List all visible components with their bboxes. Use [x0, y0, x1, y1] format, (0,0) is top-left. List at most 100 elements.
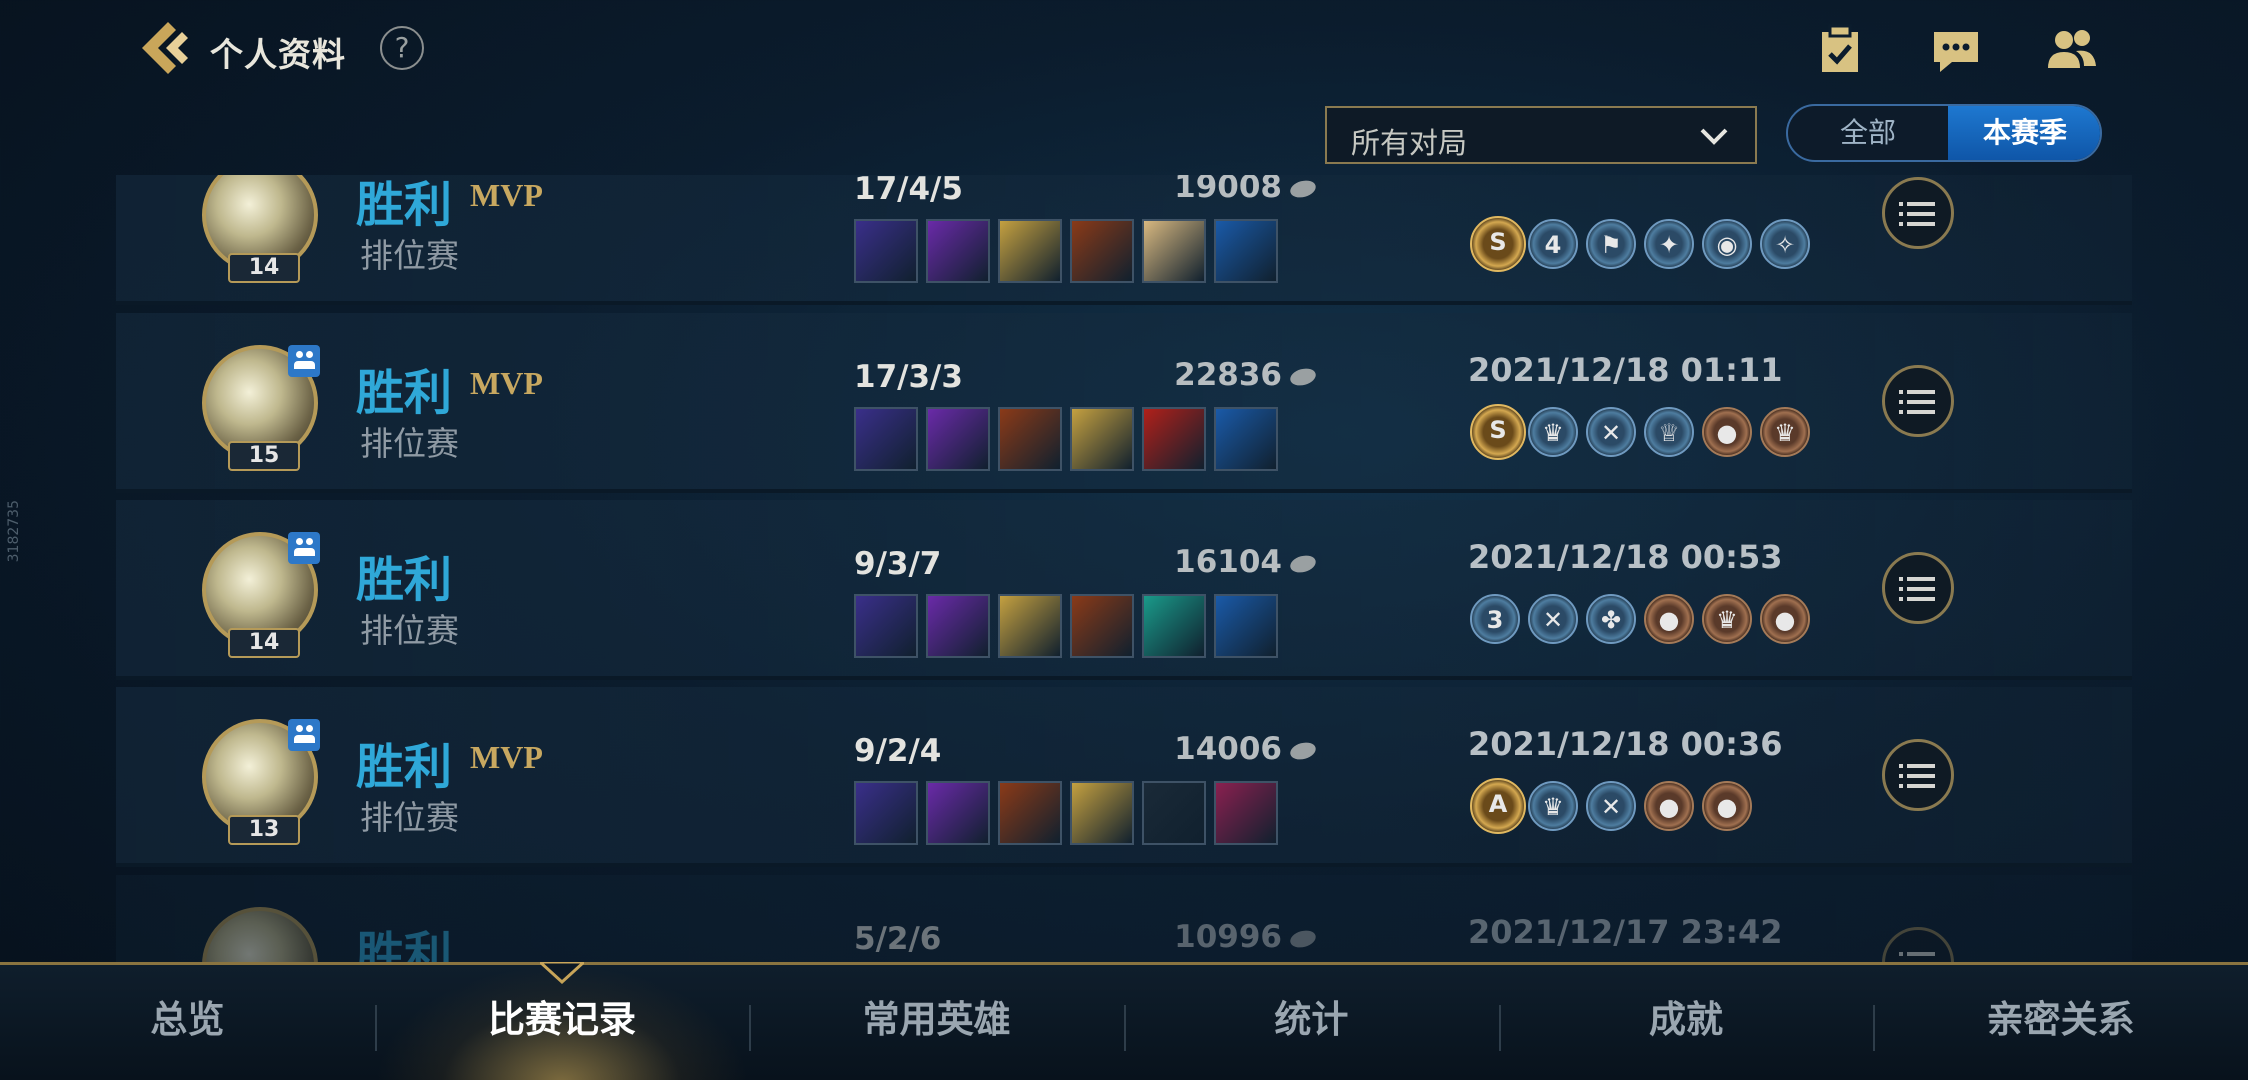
badge-symbol: ✧ — [1774, 231, 1796, 259]
achievement-badge-icon[interactable]: ♛ — [1702, 594, 1752, 644]
match-time: 2021/12/17 23:42 — [1468, 913, 1783, 951]
tab-0[interactable]: 总览 — [0, 965, 375, 1080]
match-detail-button[interactable] — [1882, 927, 1954, 965]
achievement-badge-icon[interactable]: ✕ — [1528, 594, 1578, 644]
achievement-badge-icon[interactable]: 4 — [1528, 219, 1578, 269]
item-icon[interactable] — [1214, 781, 1278, 845]
item-icon[interactable] — [1214, 407, 1278, 471]
tab-1[interactable]: 比赛记录 — [374, 965, 750, 1080]
hero-level-badge: 13 — [228, 815, 300, 845]
match-result: 胜利 — [356, 927, 453, 965]
match-detail-button[interactable] — [1882, 739, 1954, 811]
friends-icon[interactable] — [2044, 24, 2100, 76]
item-icon[interactable] — [926, 407, 990, 471]
tab-3[interactable]: 统计 — [1124, 965, 1499, 1080]
hero-avatar[interactable]: 14 — [202, 175, 318, 283]
achievement-badge-icon[interactable]: ● — [1702, 781, 1752, 831]
achievement-badge-icon[interactable]: ● — [1644, 594, 1694, 644]
segment-all[interactable]: 全部 — [1788, 106, 1948, 160]
match-row[interactable]: 13 胜利 MVP 排位赛 9/2/4 14006 2021/12/18 00:36 A ♛ ✕ ●… — [116, 687, 2132, 867]
achievement-badge-icon[interactable]: A — [1470, 778, 1526, 834]
match-row[interactable]: 胜利 5/2/6 10996 2021/12/17 23:42 — [116, 875, 2132, 965]
match-row[interactable]: 15 胜利 MVP 排位赛 17/3/3 22836 2021/12/18 01:11 S ♛ ✕… — [116, 313, 2132, 493]
kda-score: 9/2/4 — [854, 733, 942, 769]
match-result: 胜利 — [356, 365, 453, 421]
item-icon[interactable] — [1214, 219, 1278, 283]
coin-icon — [1288, 552, 1318, 575]
item-icon[interactable] — [1142, 781, 1206, 845]
achievement-badge-icon[interactable]: ♛ — [1760, 407, 1810, 457]
item-icon[interactable] — [1142, 219, 1206, 283]
match-filter-dropdown[interactable]: 所有对局 — [1325, 106, 1757, 164]
team-queue-icon — [288, 345, 320, 377]
item-icon[interactable] — [1142, 594, 1206, 658]
tab-2[interactable]: 常用英雄 — [749, 965, 1124, 1080]
tab-4[interactable]: 成就 — [1499, 965, 1874, 1080]
back-arrow-icon[interactable] — [138, 18, 194, 78]
item-icon[interactable] — [998, 594, 1062, 658]
item-icon[interactable] — [1070, 219, 1134, 283]
achievement-badge-icon[interactable]: ✤ — [1586, 594, 1636, 644]
item-icon[interactable] — [998, 407, 1062, 471]
badge-symbol: ♛ — [1542, 793, 1564, 821]
hero-avatar[interactable]: 14 — [202, 532, 320, 658]
achievement-badge-icon[interactable]: ● — [1760, 594, 1810, 644]
match-result: 胜利 — [356, 177, 453, 233]
chat-icon[interactable] — [1928, 24, 1984, 76]
hero-level-badge: 14 — [228, 253, 300, 283]
badge-symbol: ♛ — [1542, 419, 1564, 447]
coin-icon — [1288, 177, 1318, 200]
achievement-badge-icon[interactable]: S — [1470, 404, 1526, 460]
item-icon[interactable] — [1214, 594, 1278, 658]
achievement-badge-icon[interactable]: ✕ — [1586, 407, 1636, 457]
match-time: 2021/12/18 01:11 — [1468, 351, 1783, 389]
match-row[interactable]: 14 胜利 MVP 排位赛 17/4/5 19008 S 4 ⚑ ✦ ◉ ✧ — [116, 175, 2132, 305]
item-icon[interactable] — [1142, 407, 1206, 471]
match-detail-button[interactable] — [1882, 365, 1954, 437]
achievement-badge-icon[interactable]: ✧ — [1760, 219, 1810, 269]
item-icon[interactable] — [854, 594, 918, 658]
segment-this-season[interactable]: 本赛季 — [1948, 106, 2100, 160]
hero-avatar[interactable] — [202, 907, 318, 965]
item-icon[interactable] — [998, 219, 1062, 283]
item-icon[interactable] — [926, 781, 990, 845]
item-icon[interactable] — [854, 781, 918, 845]
hero-level-badge: 15 — [228, 441, 300, 471]
item-icon[interactable] — [854, 219, 918, 283]
hero-avatar[interactable]: 13 — [202, 719, 320, 845]
achievement-badge-icon[interactable]: ♛ — [1528, 781, 1578, 831]
badge-symbol: ♛ — [1716, 606, 1738, 634]
achievement-badge-icon[interactable]: ⚑ — [1586, 219, 1636, 269]
achievement-badge-icon[interactable]: 3 — [1470, 594, 1520, 644]
season-toggle[interactable]: 全部 本赛季 — [1786, 104, 2102, 162]
achievement-badge-icon[interactable]: ✕ — [1586, 781, 1636, 831]
help-icon[interactable]: ? — [380, 26, 424, 70]
match-detail-button[interactable] — [1882, 177, 1954, 249]
hero-avatar[interactable]: 15 — [202, 345, 320, 471]
achievement-badge-icon[interactable]: ● — [1644, 781, 1694, 831]
achievement-badge-icon[interactable]: ◉ — [1702, 219, 1752, 269]
badge-symbol: ✕ — [1600, 419, 1622, 447]
badge-symbol: ● — [1658, 793, 1680, 821]
item-icon[interactable] — [926, 594, 990, 658]
achievement-badge-icon[interactable]: S — [1470, 216, 1526, 272]
match-result: 胜利 — [356, 552, 453, 608]
item-icon[interactable] — [998, 781, 1062, 845]
match-row[interactable]: 14 胜利 排位赛 9/3/7 16104 2021/12/18 00:53 3 ✕ ✤ ● ♛ ● — [116, 500, 2132, 680]
tab-5[interactable]: 亲密关系 — [1873, 965, 2248, 1080]
item-icon[interactable] — [926, 219, 990, 283]
achievement-badge-icon[interactable]: ● — [1702, 407, 1752, 457]
item-icon[interactable] — [854, 407, 918, 471]
item-icon[interactable] — [1070, 407, 1134, 471]
badge-symbol: 3 — [1486, 606, 1504, 634]
gold-amount: 19008 — [1136, 175, 1318, 205]
checklist-icon[interactable] — [1812, 24, 1868, 76]
achievement-badge-icon[interactable]: ♛ — [1528, 407, 1578, 457]
match-list[interactable]: 14 胜利 MVP 排位赛 17/4/5 19008 S 4 ⚑ ✦ ◉ ✧ 15 胜利 MVP 排位赛 17… — [116, 175, 2132, 965]
item-icon[interactable] — [1070, 594, 1134, 658]
badge-symbol: ● — [1716, 419, 1738, 447]
item-icon[interactable] — [1070, 781, 1134, 845]
achievement-badge-icon[interactable]: ✦ — [1644, 219, 1694, 269]
achievement-badge-icon[interactable]: ♕ — [1644, 407, 1694, 457]
match-detail-button[interactable] — [1882, 552, 1954, 624]
